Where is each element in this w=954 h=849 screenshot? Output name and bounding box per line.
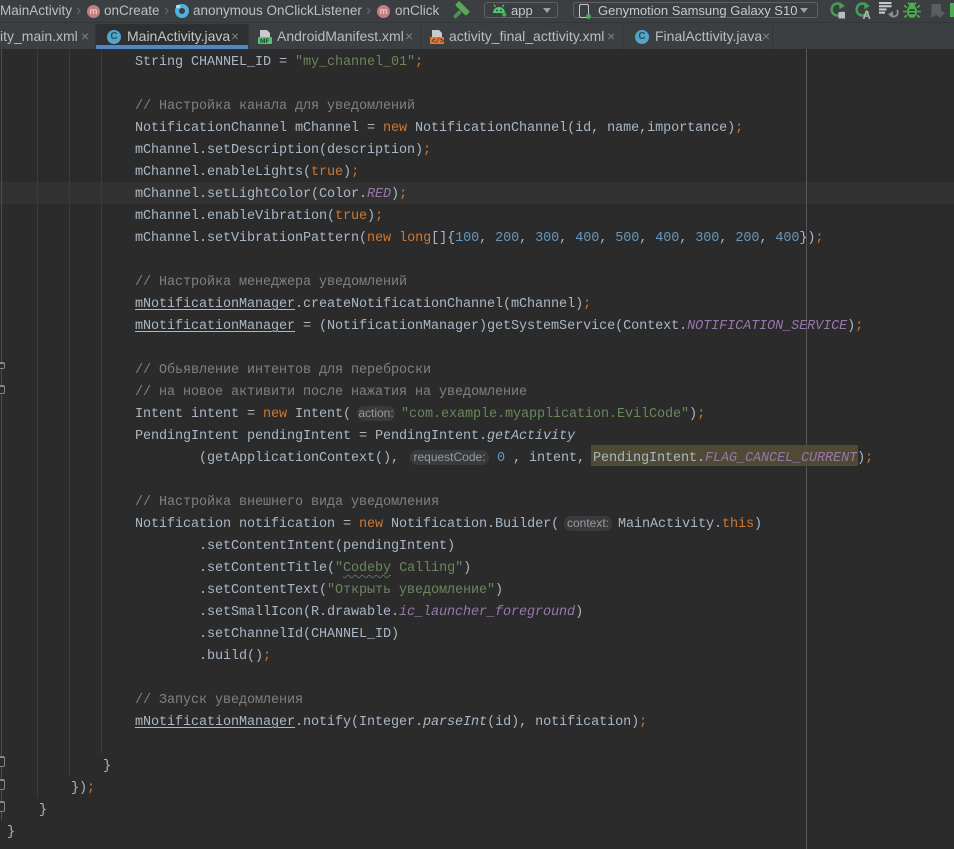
svg-text:A: A bbox=[863, 10, 871, 20]
svg-text:MF: MF bbox=[260, 38, 269, 44]
svg-text:</>: </> bbox=[431, 38, 444, 44]
